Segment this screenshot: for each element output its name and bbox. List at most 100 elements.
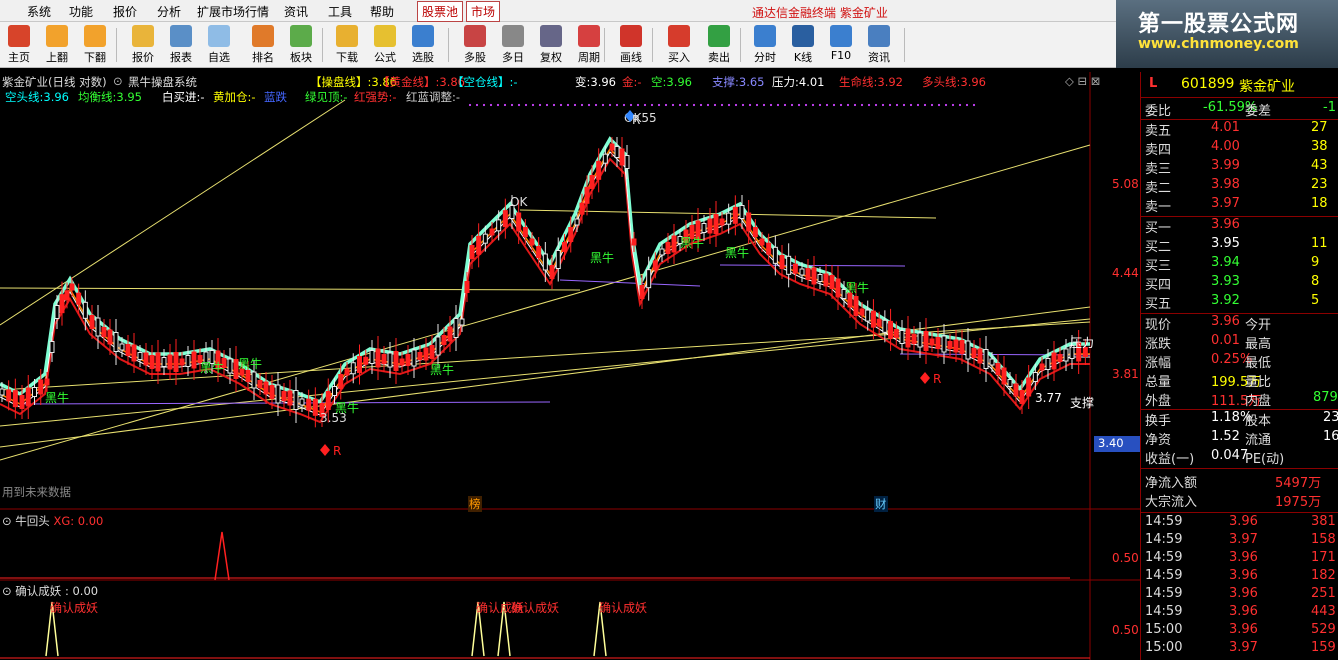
bid-row[interactable]: 买三 3.94 9 (1145, 255, 1338, 274)
ask-row[interactable]: 卖一 3.97 18 (1145, 196, 1338, 215)
toolbar-button-18[interactable]: 分时 (746, 24, 784, 66)
toolbar-button-20[interactable]: F10 (822, 24, 860, 66)
quote-header: L 601899 紫金矿业 (1145, 76, 1338, 95)
flow-row: 净流入额 5497万 (1145, 476, 1322, 491)
indicator-value: 黄加仓:- (213, 90, 256, 104)
label-pressure: 压力 (1070, 336, 1094, 350)
toolbar-button-0[interactable]: 主页 (0, 24, 38, 66)
toolbar-separator (116, 28, 117, 62)
toolbar-separator (740, 28, 741, 62)
toolbar-label: 下载 (336, 51, 358, 64)
toolbar-button-7[interactable]: 板块 (282, 24, 320, 66)
toolbar-button-2[interactable]: 下翻 (76, 24, 114, 66)
signal-r-low: R (333, 444, 341, 458)
signal-r-top: R (632, 113, 640, 127)
chart-collapse-icon[interactable]: ⊙ (113, 74, 123, 88)
indicator-value: 空:3.96 (651, 75, 692, 89)
logo-title: 第一股票公式网 (1138, 12, 1300, 37)
toolbar-label: 主页 (8, 51, 30, 64)
toolbar-button-16[interactable]: 买入 (660, 24, 698, 66)
stat2-row: 收益(一) 0.047 PE(动) (1145, 448, 1285, 467)
indicator-value: 金:- (622, 75, 642, 89)
toolbar-button-13[interactable]: 复权 (532, 24, 570, 66)
ask-row[interactable]: 卖五 4.01 27 (1145, 120, 1338, 139)
chart-system-name: 黑牛操盘系统 (128, 75, 197, 89)
toolbar-separator (322, 28, 323, 62)
menu-3[interactable]: 分析 (157, 3, 181, 20)
toolbar-button-21[interactable]: 资讯 (860, 24, 898, 66)
toolbar-separator (904, 28, 905, 62)
menu-0[interactable]: 系统 (27, 3, 51, 20)
menu-5[interactable]: 资讯 (284, 3, 308, 20)
toolbar-button-11[interactable]: 多股 (456, 24, 494, 66)
menu-1[interactable]: 功能 (69, 3, 93, 20)
blocks-icon (290, 25, 312, 47)
signal-heiniu: 黑牛 (430, 362, 454, 377)
quote-code: 601899 (1181, 76, 1235, 92)
flow-row: 大宗流入 1975万 (1145, 495, 1322, 510)
kline-chart-canvas[interactable]: 黑牛黑牛 黑牛黑牛黑牛黑牛黑牛黑牛黑牛OK55ROK3.53RR压力支撑3.775… (0, 72, 1140, 660)
download-icon (336, 25, 358, 47)
chart-window-buttons[interactable]: ◇ ⊟ ⊠ (1065, 74, 1100, 88)
toolbar-button-12[interactable]: 多日 (494, 24, 532, 66)
toolbar-button-8[interactable]: 下载 (328, 24, 366, 66)
tick-row: 14:59 3.96 381 (1145, 514, 1336, 529)
toolbar-button-14[interactable]: 周期 (570, 24, 608, 66)
indicator-value: 蓝跌 (264, 90, 287, 104)
ask-row[interactable]: 卖四 4.00 38 (1145, 139, 1338, 158)
signal-heiniu: 黑牛 (45, 390, 69, 405)
buy-icon (668, 25, 690, 47)
toolbar-button-6[interactable]: 排名 (244, 24, 282, 66)
label-support: 支撑 (1070, 395, 1094, 410)
bid-row[interactable]: 买一 3.96 (1145, 217, 1338, 236)
tag-cai[interactable]: 财 (874, 496, 888, 512)
signal-r-right: R (933, 372, 941, 386)
signal-heiniu: 黑牛 (238, 356, 262, 371)
menu-7[interactable]: 帮助 (370, 3, 394, 20)
menu-4[interactable]: 扩展市场行情 (197, 3, 269, 20)
toolbar-button-17[interactable]: 卖出 (700, 24, 738, 66)
restore-right-icon (540, 25, 562, 47)
toolbar-separator (652, 28, 653, 62)
tick-row: 15:00 3.96 529 (1145, 622, 1336, 637)
f10-icon (830, 25, 852, 47)
toolbar-label: K线 (793, 51, 813, 64)
indicator-value: 红强势:- (354, 90, 397, 104)
select-stock-icon (412, 25, 434, 47)
bid-row[interactable]: 买二 3.95 11 (1145, 236, 1338, 255)
menu-6[interactable]: 工具 (328, 3, 352, 20)
toolbar: 主页 上翻 下翻 报价 报表 自选 排名 板块 下载 公式 选股 多股 多日 复权 周期 画线 买入 卖出 分时 K线… (0, 22, 1116, 68)
toolbar-button-15[interactable]: 画线 (612, 24, 650, 66)
menu-boxed-1[interactable]: 市场 (466, 1, 501, 22)
panel-divider (1141, 468, 1338, 469)
chart-stock-period: 紫金矿业(日线 对数) (2, 75, 107, 89)
signal-heiniu: 黑牛 (200, 360, 224, 375)
toolbar-label: 上翻 (46, 51, 68, 64)
menu-2[interactable]: 报价 (113, 3, 137, 20)
ask-row[interactable]: 卖三 3.99 43 (1145, 158, 1338, 177)
price-axis-label: 5.08 (1112, 177, 1139, 191)
toolbar-button-3[interactable]: 报价 (124, 24, 162, 66)
tick-row: 14:59 3.97 158 (1145, 532, 1336, 547)
toolbar-button-1[interactable]: 上翻 (38, 24, 76, 66)
quote-flag: L (1149, 76, 1158, 91)
signal-heiniu: 黑牛 (725, 245, 749, 260)
indicator-value: 多头线:3.96 (922, 75, 986, 89)
toolbar-button-19[interactable]: K线 (784, 24, 822, 66)
pane2-marker: 确认成妖 (511, 601, 559, 615)
pane2-marker: 确认成妖 (50, 601, 98, 615)
logo-url: www.chnmoney.com (1138, 36, 1299, 52)
toolbar-button-4[interactable]: 报表 (162, 24, 200, 66)
signal-heiniu: 黑牛 (845, 280, 869, 295)
bid-row[interactable]: 买四 3.93 8 (1145, 274, 1338, 293)
toolbar-button-9[interactable]: 公式 (366, 24, 404, 66)
toolbar-button-5[interactable]: 自选 (200, 24, 238, 66)
sell-icon (708, 25, 730, 47)
toolbar-button-10[interactable]: 选股 (404, 24, 442, 66)
kline-chart[interactable]: 黑牛 黑牛 黑牛 黑牛 黑牛 黑牛 黑牛 黑牛 黑牛 OK55 R OK 3.53 R R 压力 支撑 3.77 5… (0, 72, 1140, 660)
ask-row[interactable]: 卖二 3.98 23 (1145, 177, 1338, 196)
menu-boxed-0[interactable]: 股票池 (417, 1, 464, 22)
price-axis-label: 3.81 (1112, 367, 1139, 381)
bid-row[interactable]: 买五 3.92 5 (1145, 293, 1338, 312)
tag-bang[interactable]: 榜 (468, 496, 482, 512)
